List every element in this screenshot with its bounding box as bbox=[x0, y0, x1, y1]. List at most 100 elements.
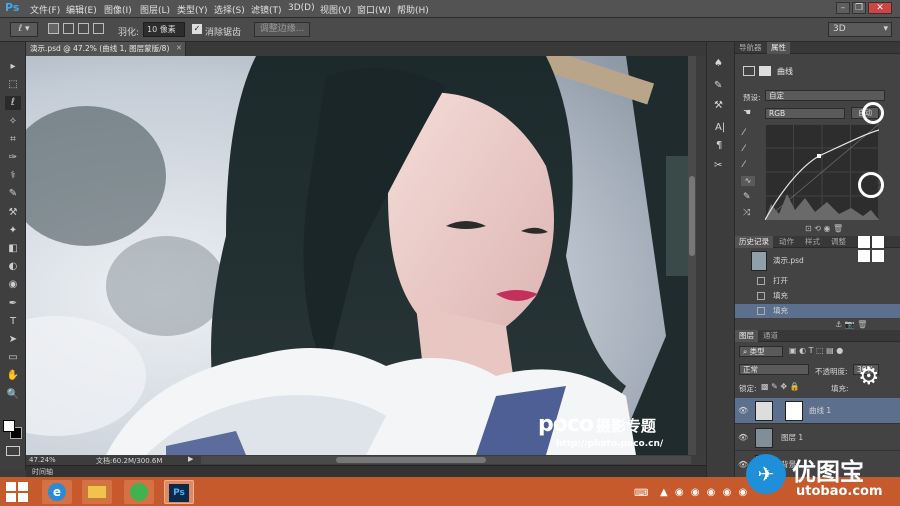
clone-icon[interactable]: ⚒ bbox=[714, 100, 723, 111]
layer-name: 曲线 1 bbox=[809, 406, 832, 415]
tab-channels[interactable]: 通道 bbox=[759, 330, 782, 342]
character-icon[interactable]: A| bbox=[715, 122, 725, 133]
tab-styles[interactable]: 样式 bbox=[801, 236, 824, 248]
type-tool-icon[interactable]: T bbox=[5, 315, 21, 329]
blend-mode-select[interactable]: 正常 bbox=[739, 364, 809, 375]
path-select-icon[interactable]: ➤ bbox=[5, 333, 21, 347]
menu-item[interactable]: 视图(V) bbox=[320, 3, 351, 16]
minimize-icon[interactable]: – bbox=[836, 2, 850, 14]
new-selection-icon[interactable] bbox=[48, 23, 59, 34]
menu-item[interactable]: 类型(Y) bbox=[177, 3, 208, 16]
tab-navigator[interactable]: 导航器 bbox=[735, 42, 766, 54]
zoom-tool-icon[interactable]: 🔍 bbox=[5, 388, 21, 402]
menu-item[interactable]: 图层(L) bbox=[140, 3, 170, 16]
start-button[interactable] bbox=[6, 482, 28, 502]
restore-icon[interactable]: ❐ bbox=[852, 2, 866, 14]
tools-icon[interactable]: ✂ bbox=[714, 160, 722, 171]
quick-select-icon[interactable]: ✧ bbox=[5, 115, 21, 129]
folder-icon bbox=[87, 485, 107, 499]
menu-item[interactable]: 选择(S) bbox=[214, 3, 245, 16]
status-arrow-icon[interactable]: ▶ bbox=[188, 455, 193, 463]
menu-item[interactable]: 图像(I) bbox=[104, 3, 132, 16]
keyboard-icon[interactable]: ⌨ bbox=[634, 488, 648, 499]
lock-icons[interactable]: ▩ ✎ ✥ 🔒 bbox=[761, 382, 800, 391]
smooth-curve-icon[interactable]: ⤨ bbox=[743, 208, 750, 218]
feather-input[interactable]: 10 像素 bbox=[143, 22, 185, 37]
explorer-taskbar-button[interactable] bbox=[82, 480, 112, 504]
hand-adjust-icon[interactable]: ☚ bbox=[743, 108, 751, 118]
mask-icon[interactable] bbox=[759, 66, 771, 76]
marquee-tool-icon[interactable]: ⬚ bbox=[5, 78, 21, 92]
dodge-tool-icon[interactable]: ◉ bbox=[5, 278, 21, 292]
eyedropper-white-icon[interactable]: ⁄ bbox=[743, 160, 745, 170]
photoshop-taskbar-button[interactable]: Ps bbox=[164, 480, 194, 504]
refine-edge-button[interactable]: 调整边缘... bbox=[254, 22, 310, 37]
menu-item[interactable]: 窗口(W) bbox=[357, 3, 391, 16]
brush-tool-icon[interactable]: ✎ bbox=[5, 187, 21, 201]
move-tool-icon[interactable]: ▸ bbox=[5, 60, 21, 74]
history-brush-icon[interactable]: ✦ bbox=[5, 224, 21, 238]
document-canvas[interactable]: poco 摄影专题 http://photo.poco.cn/ bbox=[26, 56, 696, 455]
tray-icons[interactable]: ▲ ◉ ◉ ◉ ◉ ◉ bbox=[660, 487, 749, 498]
preset-select[interactable]: 自定 bbox=[765, 90, 885, 101]
brush-preset-icon[interactable]: ♠ bbox=[714, 58, 723, 69]
workspace-select[interactable]: 3D ▾ bbox=[828, 22, 892, 37]
antialias-checkbox[interactable]: ✓ bbox=[192, 24, 202, 34]
gradient-tool-icon[interactable]: ◐ bbox=[5, 260, 21, 274]
history-item[interactable]: 填充 bbox=[735, 289, 900, 303]
eyedropper-tool-icon[interactable]: ✑ bbox=[5, 151, 21, 165]
menu-item[interactable]: 帮助(H) bbox=[397, 3, 429, 16]
layer-filter-select[interactable]: ⌕ 类型 bbox=[739, 346, 783, 357]
tab-actions[interactable]: 动作 bbox=[775, 236, 798, 248]
healing-tool-icon[interactable]: ⚕ bbox=[5, 169, 21, 183]
browser-taskbar-button[interactable] bbox=[124, 480, 154, 504]
close-tab-icon[interactable]: ✕ bbox=[176, 44, 182, 52]
clone-stamp-icon[interactable]: ⚒ bbox=[5, 206, 21, 220]
vertical-scroll-thumb[interactable] bbox=[689, 176, 695, 256]
channel-select[interactable]: RGB bbox=[765, 108, 845, 119]
curves-graph[interactable] bbox=[765, 124, 879, 220]
eyedropper-gray-icon[interactable]: ⁄ bbox=[743, 144, 745, 154]
subtract-selection-icon[interactable] bbox=[78, 23, 89, 34]
ie-taskbar-button[interactable]: e bbox=[42, 480, 72, 504]
layer-row[interactable]: 👁 曲线 1 bbox=[735, 398, 900, 424]
paragraph-icon[interactable]: ¶ bbox=[716, 140, 722, 151]
eyedropper-black-icon[interactable]: ⁄ bbox=[743, 128, 745, 138]
foreground-color-swatch[interactable] bbox=[3, 420, 15, 432]
crop-tool-icon[interactable]: ⌗ bbox=[5, 133, 21, 147]
layer-filter-icons[interactable]: ▣ ◐ T ⬚ ▤ ● bbox=[789, 346, 843, 355]
menu-item[interactable]: 编辑(E) bbox=[66, 3, 97, 16]
pencil-curve-icon[interactable]: ✎ bbox=[743, 192, 751, 202]
tab-layers[interactable]: 图层 bbox=[735, 330, 758, 342]
brush-icon[interactable]: ✎ bbox=[714, 80, 722, 91]
document-tab[interactable]: 演示.psd @ 47.2% (曲线 1, 图层蒙版/8) bbox=[26, 42, 186, 56]
hand-tool-icon[interactable]: ✋ bbox=[5, 369, 21, 383]
preset-value: 自定 bbox=[769, 91, 784, 100]
menu-item[interactable]: 文件(F) bbox=[30, 3, 60, 16]
tab-properties[interactable]: 属性 bbox=[767, 42, 790, 54]
pen-tool-icon[interactable]: ✒ bbox=[5, 297, 21, 311]
site-url: utobao.com bbox=[796, 484, 883, 499]
lasso-tool-icon[interactable]: ℓ ▾ bbox=[10, 22, 38, 37]
eraser-tool-icon[interactable]: ◧ bbox=[5, 242, 21, 256]
shape-tool-icon[interactable]: ▭ bbox=[5, 351, 21, 365]
timeline-tab[interactable]: 时间轴 bbox=[32, 467, 53, 477]
horizontal-scroll-thumb[interactable] bbox=[336, 457, 486, 463]
curve-point-tool-icon[interactable]: ∿ bbox=[741, 176, 755, 186]
menu-item[interactable]: 滤镜(T) bbox=[251, 3, 282, 16]
tab-adjustments[interactable]: 调整 bbox=[827, 236, 850, 248]
tab-history[interactable]: 历史记录 bbox=[735, 236, 773, 248]
layer-mask-thumbnail[interactable] bbox=[785, 401, 803, 421]
menu-item[interactable]: 3D(D) bbox=[288, 3, 315, 13]
windows-logo-svg bbox=[858, 236, 884, 262]
visibility-eye-icon[interactable]: 👁 bbox=[738, 398, 748, 424]
add-selection-icon[interactable] bbox=[63, 23, 74, 34]
quick-mask-icon[interactable] bbox=[6, 446, 20, 456]
close-icon[interactable]: ✕ bbox=[868, 2, 892, 14]
ps-taskbar-icon: Ps bbox=[169, 484, 189, 502]
zoom-readout[interactable]: 47.24% bbox=[29, 456, 56, 464]
history-item[interactable]: 填充 bbox=[735, 304, 900, 318]
intersect-selection-icon[interactable] bbox=[93, 23, 104, 34]
history-item[interactable]: 打开 bbox=[735, 274, 900, 288]
lasso-tool-icon[interactable]: ℓ bbox=[5, 96, 21, 111]
